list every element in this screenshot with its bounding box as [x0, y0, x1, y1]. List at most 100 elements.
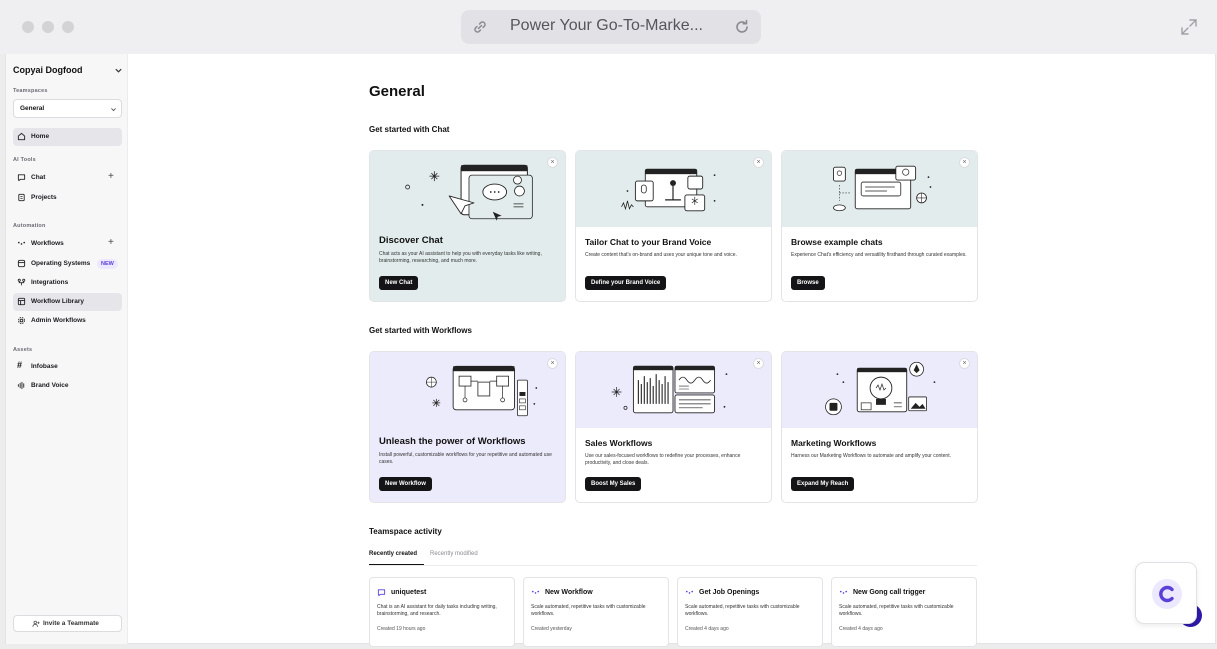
sales-workflows-card[interactable]: × Sales Workflows Use our sales-focused …: [575, 351, 772, 503]
activity-timestamp: Created 4 days ago: [839, 626, 883, 632]
sidebar-item-label: Projects: [31, 194, 57, 201]
sidebar-item-projects[interactable]: Projects: [13, 189, 122, 207]
activity-card[interactable]: New Workflow Scale automated, repetitive…: [523, 577, 669, 647]
tab-recently-modified[interactable]: Recently modified: [430, 551, 478, 557]
close-icon[interactable]: ×: [547, 157, 558, 168]
add-workflow-plus-icon[interactable]: +: [108, 238, 114, 248]
sidebar: Copyai Dogfood Teamspaces General Home A…: [6, 54, 128, 644]
browse-chats-illustration: [782, 151, 977, 227]
workflow-icon: [17, 241, 26, 245]
add-chat-plus-icon[interactable]: +: [108, 172, 114, 182]
reload-icon[interactable]: [733, 18, 751, 36]
browse-chats-card[interactable]: × Browse example chats Experience Chat's…: [781, 150, 978, 302]
define-brand-voice-button[interactable]: Define your Brand Voice: [585, 276, 667, 290]
workspace-name[interactable]: Copyai Dogfood: [13, 65, 83, 75]
marketing-workflows-card[interactable]: × Marketing Workflows Harness our Market…: [781, 351, 978, 503]
activity-card[interactable]: Get Job Openings Scale automated, repeti…: [677, 577, 823, 647]
brand-voice-card[interactable]: × Tailor Chat to your Brand Voice Create…: [575, 150, 772, 302]
sales-illustration: [576, 352, 771, 428]
home-icon: [17, 132, 26, 141]
sidebar-item-workflow-library[interactable]: Workflow Library: [13, 293, 122, 311]
sidebar-item-operating-systems[interactable]: Operating Systems NEW: [13, 255, 122, 273]
expand-icon[interactable]: [1179, 17, 1199, 37]
ai-tools-label: AI Tools: [13, 157, 36, 163]
activity-description: Chat is an AI assistant for daily tasks …: [377, 604, 497, 617]
close-icon[interactable]: ×: [959, 358, 970, 369]
brand-voice-illustration: [576, 151, 771, 227]
page-title: General: [369, 83, 425, 100]
chat-icon: [377, 589, 386, 597]
window-zoom-dot[interactable]: [62, 21, 74, 33]
activity-card[interactable]: uniquetest Chat is an AI assistant for d…: [369, 577, 515, 647]
teamspace-select-value: General: [20, 105, 45, 112]
active-tab-indicator: [369, 564, 424, 565]
link-icon: [474, 21, 486, 33]
sidebar-item-home[interactable]: Home: [13, 128, 122, 146]
sidebar-item-chat[interactable]: Chat +: [13, 169, 122, 187]
marketing-idea-illustration: [825, 361, 936, 416]
workflows-illustration: [370, 352, 565, 432]
close-icon[interactable]: ×: [959, 157, 970, 168]
discover-chat-card[interactable]: × Discover Chat Chat acts as your AI ass…: [369, 150, 566, 302]
workflow-icon: [839, 590, 848, 594]
close-icon[interactable]: ×: [753, 358, 764, 369]
sidebar-item-label: Workflows: [31, 240, 64, 247]
card-description: Harness our Marketing Workflows to autom…: [791, 453, 951, 459]
sidebar-item-infobase[interactable]: # Infobase: [13, 358, 122, 376]
page-title-in-address-bar: Power Your Go-To-Marke...: [510, 17, 703, 34]
activity-title: New Gong call trigger: [853, 589, 926, 596]
activity-card[interactable]: New Gong call trigger Scale automated, r…: [831, 577, 977, 647]
sidebar-item-workflows[interactable]: Workflows +: [13, 235, 122, 253]
window-minimize-dot[interactable]: [42, 21, 54, 33]
browse-button[interactable]: Browse: [791, 276, 825, 290]
marketing-illustration: [782, 352, 977, 428]
card-title: Tailor Chat to your Brand Voice: [585, 237, 712, 247]
new-workflow-button[interactable]: New Workflow: [379, 477, 432, 491]
activity-timestamp: Created 19 hours ago: [377, 626, 426, 632]
app-window: Copyai Dogfood Teamspaces General Home A…: [5, 54, 1217, 647]
main-content: General Get started with Chat × Discover…: [128, 54, 1217, 647]
expand-my-reach-button[interactable]: Expand My Reach: [791, 477, 855, 491]
soundwave-icon: [17, 381, 25, 390]
card-description: Install powerful, customizable workflows…: [379, 452, 552, 465]
sidebar-item-label: Workflow Library: [31, 298, 84, 305]
invite-teammate-button[interactable]: Invite a Teammate: [13, 615, 122, 632]
card-description: Create content that's on-brand and uses …: [585, 252, 737, 258]
window-close-dot[interactable]: [22, 21, 34, 33]
new-chat-button[interactable]: New Chat: [379, 276, 419, 290]
activity-title: uniquetest: [391, 589, 427, 596]
hash-icon: #: [17, 360, 23, 370]
activity-description: Scale automated, repetitive tasks with c…: [685, 604, 800, 617]
close-icon[interactable]: ×: [547, 358, 558, 369]
card-description: Chat acts as your AI assistant to help y…: [379, 251, 542, 264]
projects-icon: [18, 193, 25, 202]
sidebar-item-label: Chat: [31, 174, 46, 181]
activity-description: Scale automated, repetitive tasks with c…: [531, 604, 646, 617]
activity-title: Get Job Openings: [699, 589, 760, 596]
chat-bubbles-illustration: [833, 165, 932, 212]
workflow-icon: [685, 590, 694, 594]
activity-section-title: Teamspace activity: [369, 527, 442, 536]
copyai-assistant-widget[interactable]: [1135, 562, 1197, 624]
invite-label: Invite a Teammate: [43, 620, 99, 627]
copyai-logo-icon: [1152, 579, 1182, 609]
address-bar[interactable]: Power Your Go-To-Marke...: [461, 10, 761, 44]
boost-my-sales-button[interactable]: Boost My Sales: [585, 477, 642, 491]
sidebar-item-brand-voice[interactable]: Brand Voice: [13, 377, 122, 395]
assets-label: Assets: [13, 347, 33, 353]
sidebar-item-label: Brand Voice: [31, 382, 69, 389]
integrations-icon: [17, 278, 26, 286]
sidebar-item-admin-workflows[interactable]: Admin Workflows: [13, 312, 122, 330]
tab-divider: [369, 565, 977, 566]
microphone-illustration: [621, 168, 716, 212]
close-icon[interactable]: ×: [753, 157, 764, 168]
browser-toolbar: Power Your Go-To-Marke...: [0, 0, 1217, 54]
teamspace-select[interactable]: General: [13, 99, 122, 118]
chevron-down-icon[interactable]: [114, 66, 123, 75]
workflow-icon: [531, 590, 540, 594]
sidebar-item-integrations[interactable]: Integrations: [13, 274, 122, 292]
card-description: Use our sales-focused workflows to redef…: [585, 453, 741, 466]
tab-recently-created[interactable]: Recently created: [369, 551, 417, 557]
unleash-workflows-card[interactable]: × Unleash the power of Workflows Install…: [369, 351, 566, 503]
card-title: Unleash the power of Workflows: [379, 436, 526, 447]
